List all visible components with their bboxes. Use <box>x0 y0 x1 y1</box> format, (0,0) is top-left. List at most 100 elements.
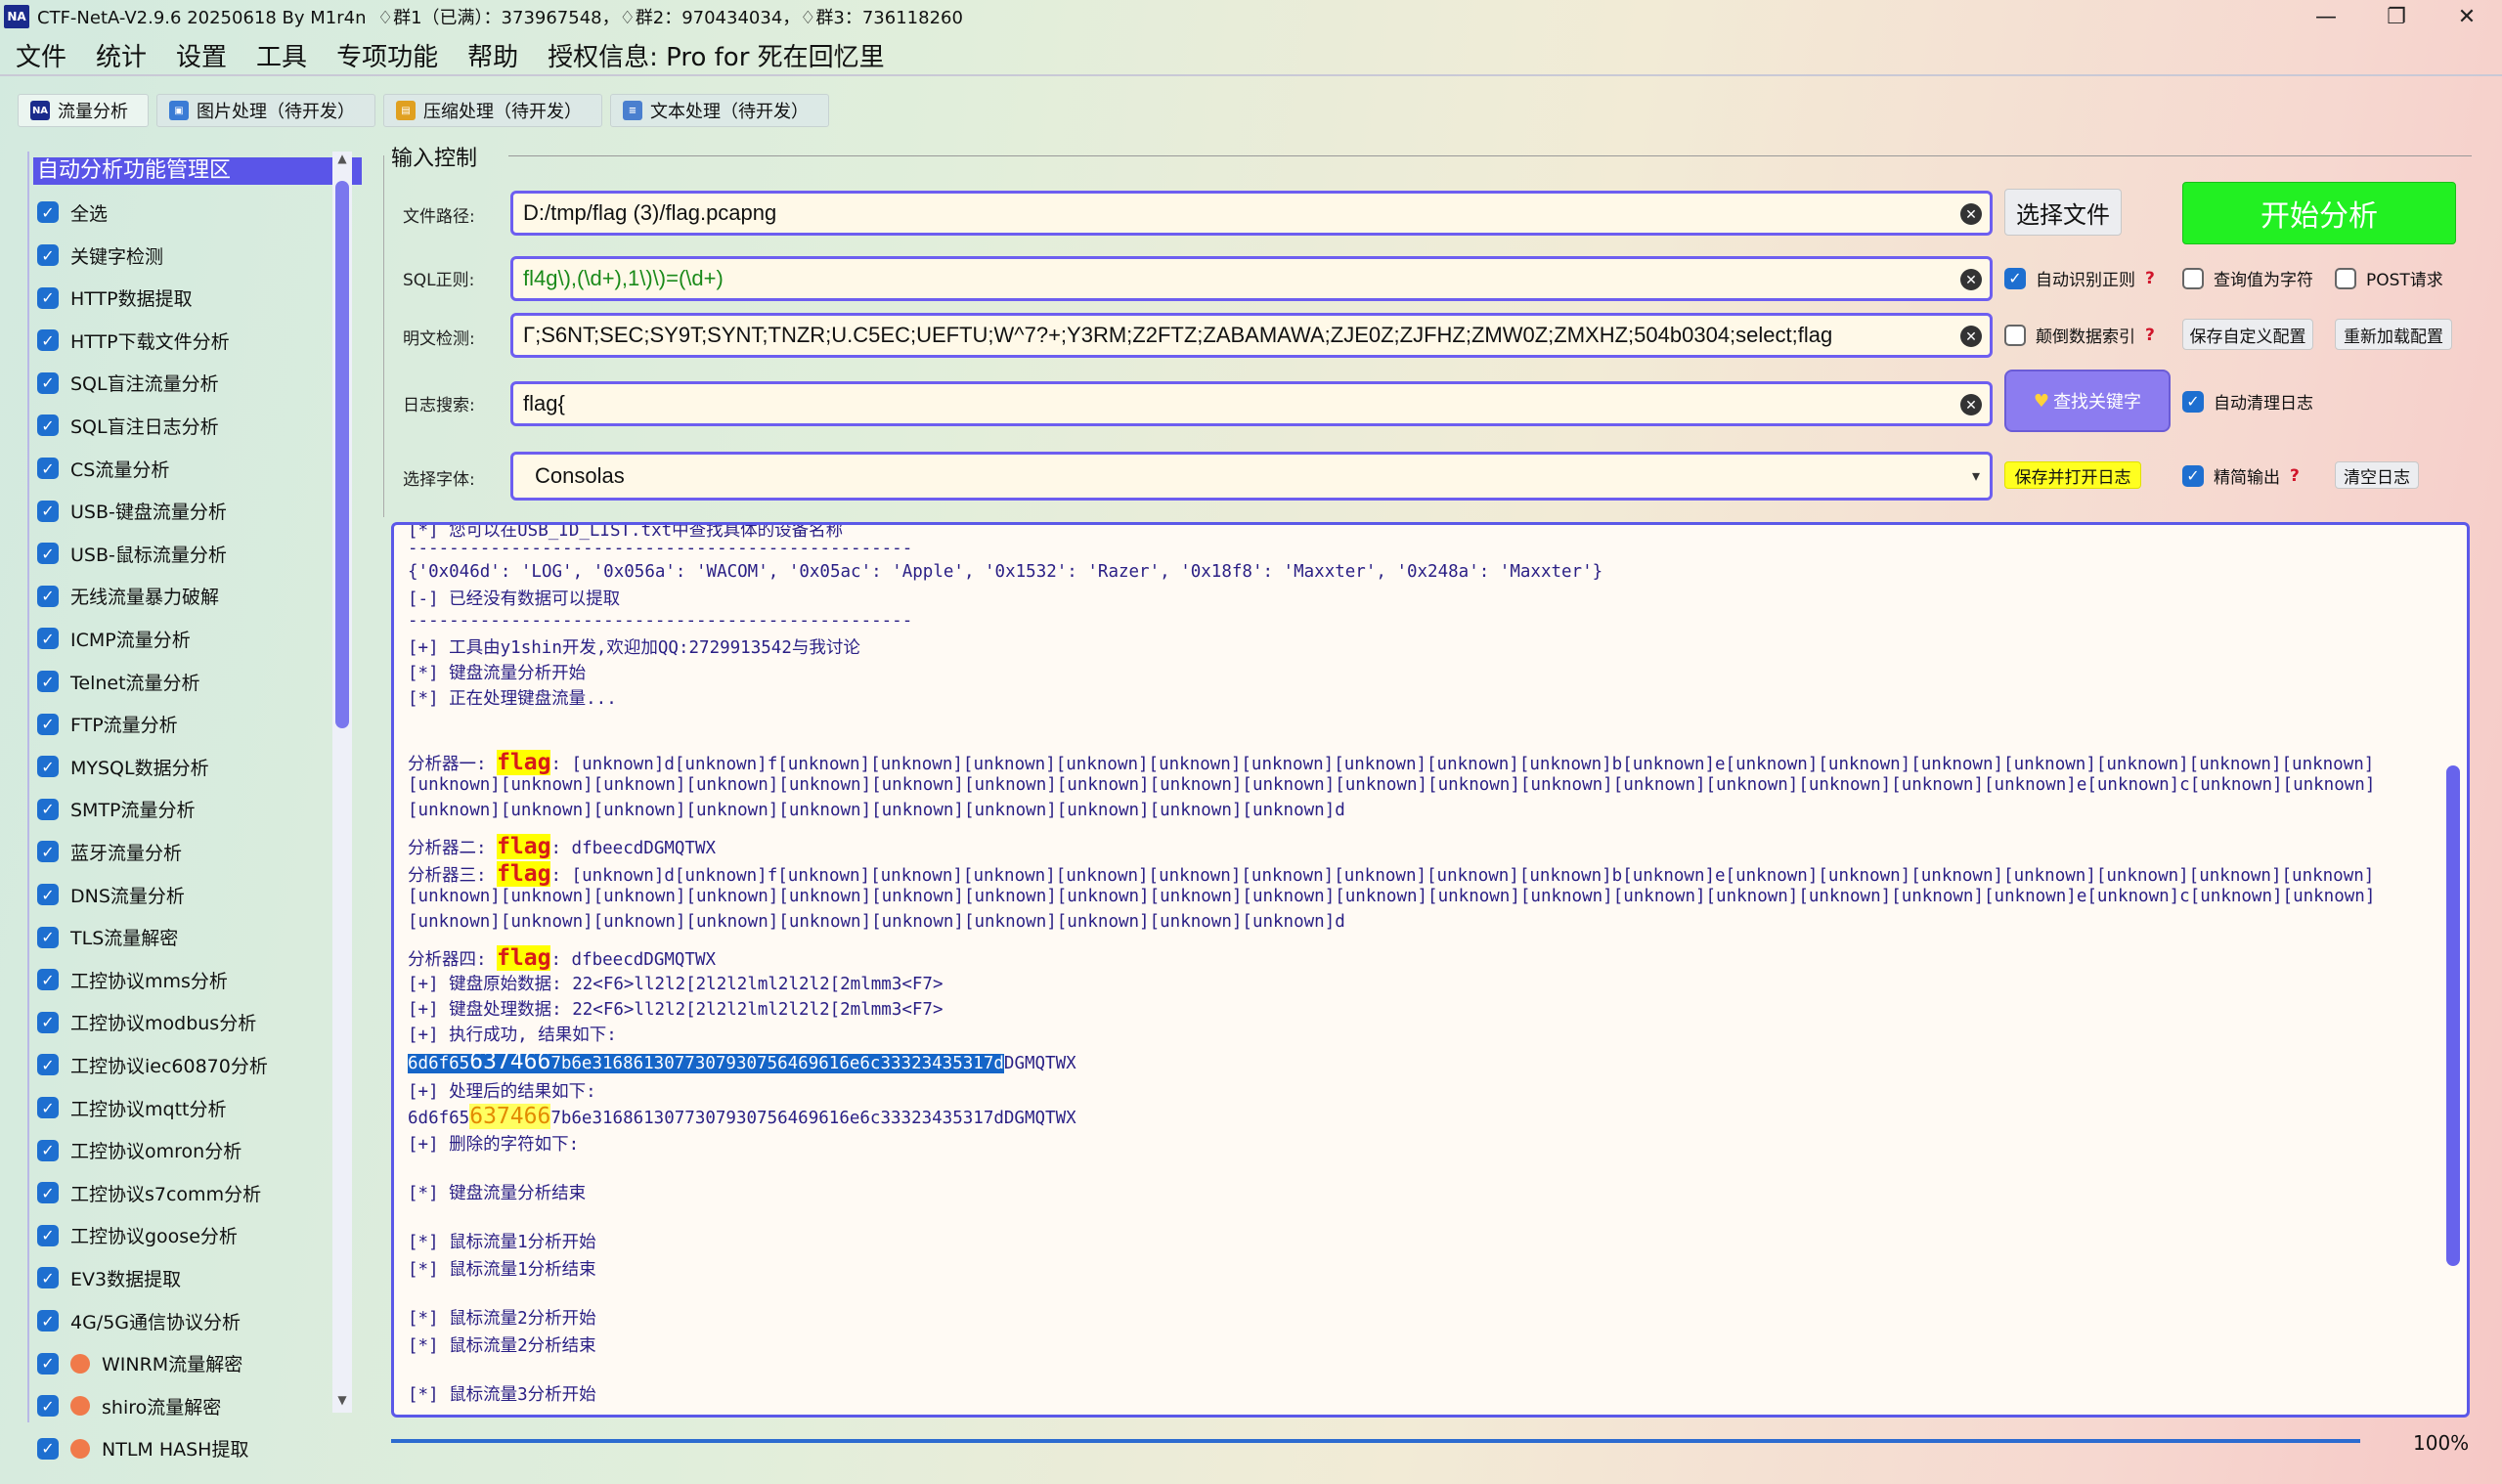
start-analysis-button[interactable]: 开始分析 <box>2182 182 2456 244</box>
function-item[interactable]: ✓ shiro流量解密 <box>37 1391 221 1420</box>
function-item[interactable]: ✓ MYSQL数据分析 <box>37 752 209 781</box>
plaintext-input[interactable]: Γ;S6NT;SEC;SY9T;SYNT;TNZR;U.C5EC;UEFTU;W… <box>510 313 1993 358</box>
progress-bar <box>391 1439 2360 1443</box>
log-search-label: 日志搜索: <box>403 396 475 415</box>
function-item[interactable]: ✓ 工控协议iec60870分析 <box>37 1050 268 1079</box>
clear-icon[interactable]: ✕ <box>1960 394 1982 415</box>
font-select-value: Consolas <box>535 463 625 488</box>
checkmark-icon: ✓ <box>2182 390 2204 413</box>
function-item[interactable]: ✓ 工控协议s7comm分析 <box>37 1178 261 1207</box>
sql-regex-input[interactable]: fl4g\),(\d+),1\)\)=(\d+) ✕ <box>510 256 1993 301</box>
checkbox-empty-icon <box>2004 324 2026 346</box>
chevron-down-icon[interactable]: ▾ <box>1972 466 1980 486</box>
select-all-checkbox[interactable]: ✓ 全选 <box>37 197 108 227</box>
help-icon[interactable]: ? <box>2290 466 2300 486</box>
menu-special[interactable]: 专项功能 <box>336 37 438 73</box>
function-item[interactable]: ✓ WINRM流量解密 <box>37 1349 242 1378</box>
log-line: [*] 鼠标流量1分析开始 <box>408 1233 596 1252</box>
menu-help[interactable]: 帮助 <box>467 37 518 73</box>
input-control-title: 输入控制 <box>391 147 478 171</box>
function-item[interactable]: ✓ USB-鼠标流量分析 <box>37 539 227 568</box>
query-as-char-option[interactable]: 查询值为字符 <box>2182 266 2313 290</box>
tab-text-processing[interactable]: ≡ 文本处理（待开发） <box>610 94 829 127</box>
concise-output-option[interactable]: ✓ 精简输出 ? <box>2182 463 2300 488</box>
flag-highlight: flag <box>497 861 551 887</box>
plaintext-label: 明文检测: <box>403 329 475 349</box>
function-item-label: DNS流量分析 <box>70 885 185 907</box>
save-custom-config-button[interactable]: 保存自定义配置 <box>2182 319 2313 350</box>
tab-traffic-analysis[interactable]: NA 流量分析 <box>18 94 149 127</box>
font-select-dropdown[interactable]: Consolas ▾ <box>510 452 1993 501</box>
function-item[interactable]: ✓ FTP流量分析 <box>37 710 178 739</box>
window-controls: — ❐ ✕ <box>2291 0 2502 33</box>
clear-log-button[interactable]: 清空日志 <box>2335 461 2419 489</box>
log-output[interactable]: [*] 您可以在USB_ID_LIST.txt中查找具体的设备名称 ------… <box>391 522 2470 1418</box>
menu-settings[interactable]: 设置 <box>176 37 227 73</box>
reload-config-button[interactable]: 重新加载配置 <box>2335 319 2452 350</box>
function-item[interactable]: ✓ 工控协议goose分析 <box>37 1221 238 1250</box>
maximize-button[interactable]: ❐ <box>2361 0 2432 33</box>
save-open-log-button[interactable]: 保存并打开日志 <box>2004 461 2141 489</box>
auto-regex-option[interactable]: ✓ 自动识别正则 ? <box>2004 266 2155 290</box>
find-keyword-button[interactable]: ♥ 查找关键字 <box>2004 370 2171 432</box>
function-item[interactable]: ✓ ICMP流量分析 <box>37 624 191 653</box>
log-scrollbar[interactable] <box>2443 533 2463 1409</box>
function-item[interactable]: ✓ 工控协议modbus分析 <box>37 1008 256 1037</box>
function-item[interactable]: ✓ 4G/5G通信协议分析 <box>37 1306 241 1335</box>
function-item[interactable]: ✓ SMTP流量分析 <box>37 795 196 824</box>
menu-stats[interactable]: 统计 <box>96 37 147 73</box>
auto-clear-log-option[interactable]: ✓ 自动清理日志 <box>2182 389 2313 414</box>
tab-archive-processing[interactable]: ▤ 压缩处理（待开发） <box>383 94 602 127</box>
function-item[interactable]: ✓ DNS流量分析 <box>37 880 185 909</box>
function-item[interactable]: ✓ EV3数据提取 <box>37 1263 181 1292</box>
function-item[interactable]: ✓ CS流量分析 <box>37 454 169 483</box>
checkmark-icon: ✓ <box>37 201 59 223</box>
checkmark-icon: ✓ <box>2004 267 2026 289</box>
log-line: [+] 工具由y1shin开发,欢迎加QQ:2729913542与我讨论 <box>408 638 860 658</box>
analyzer-label: 分析器三: <box>408 866 498 886</box>
function-item[interactable]: ✓ HTTP下载文件分析 <box>37 326 230 355</box>
scroll-up-icon[interactable]: ▲ <box>332 152 352 171</box>
function-item[interactable]: ✓ 工控协议mqtt分析 <box>37 1093 226 1122</box>
close-button[interactable]: ✕ <box>2432 0 2502 33</box>
function-item[interactable]: ✓ 无线流量暴力破解 <box>37 582 219 611</box>
menu-license[interactable]: 授权信息: Pro for 死在回忆里 <box>548 37 885 73</box>
function-item[interactable]: ✓ SQL盲注流量分析 <box>37 369 219 398</box>
post-request-option[interactable]: POST请求 <box>2335 266 2443 290</box>
function-item[interactable]: ✓ HTTP数据提取 <box>37 284 193 313</box>
function-item[interactable]: ✓ TLS流量解密 <box>37 923 178 952</box>
function-item-label: MYSQL数据分析 <box>70 757 209 779</box>
function-item[interactable]: ✓ 蓝牙流量分析 <box>37 837 182 866</box>
clear-icon[interactable]: ✕ <box>1960 326 1982 347</box>
choose-file-button[interactable]: 选择文件 <box>2004 189 2122 236</box>
function-item[interactable]: ✓ Telnet流量分析 <box>37 667 200 696</box>
clear-icon[interactable]: ✕ <box>1960 269 1982 290</box>
scrollbar-thumb[interactable] <box>2446 765 2460 1266</box>
scroll-down-icon[interactable]: ▼ <box>332 1393 352 1413</box>
minimize-button[interactable]: — <box>2291 0 2361 33</box>
function-item[interactable]: ✓ 关键字检测 <box>37 240 163 270</box>
scrollbar-thumb[interactable] <box>335 181 349 728</box>
function-item[interactable]: ✓ 工控协议omron分析 <box>37 1136 241 1165</box>
help-icon[interactable]: ? <box>2145 326 2155 345</box>
reverse-index-option[interactable]: 颠倒数据索引 ? <box>2004 323 2155 347</box>
file-path-input[interactable]: D:/tmp/flag (3)/flag.pcapng ✕ <box>510 191 1993 236</box>
menu-tools[interactable]: 工具 <box>256 37 307 73</box>
help-icon[interactable]: ? <box>2145 269 2155 288</box>
log-line: [unknown][unknown][unknown][unknown][unk… <box>408 775 2376 795</box>
log-line: [*] 正在处理键盘流量... <box>408 689 617 709</box>
function-list-scrollbar[interactable]: ▲ ▼ <box>332 152 352 1413</box>
tab-image-processing[interactable]: ▣ 图片处理（待开发） <box>156 94 375 127</box>
analyzer-label: 分析器四: <box>408 950 498 970</box>
analyzer-4-line: 分析器四: flag: dfbeecdDGMQTWX <box>408 945 716 971</box>
main-tabs: NA 流量分析 ▣ 图片处理（待开发） ▤ 压缩处理（待开发） ≡ 文本处理（待… <box>18 94 829 127</box>
function-item[interactable]: ✓ 工控协议mms分析 <box>37 965 228 994</box>
function-item[interactable]: ✓ USB-键盘流量分析 <box>37 497 227 526</box>
function-item[interactable]: ✓ SQL盲注日志分析 <box>37 411 219 440</box>
log-search-input[interactable]: flag{ ✕ <box>510 381 1993 426</box>
function-item[interactable]: ✓ NTLM HASH提取 <box>37 1434 248 1463</box>
checkmark-icon: ✓ <box>37 286 59 309</box>
title-bar: NA CTF-NetA-V2.9.6 20250618 By M1r4n ♢群1… <box>0 0 2502 33</box>
clear-icon[interactable]: ✕ <box>1960 203 1982 225</box>
menu-file[interactable]: 文件 <box>16 37 66 73</box>
